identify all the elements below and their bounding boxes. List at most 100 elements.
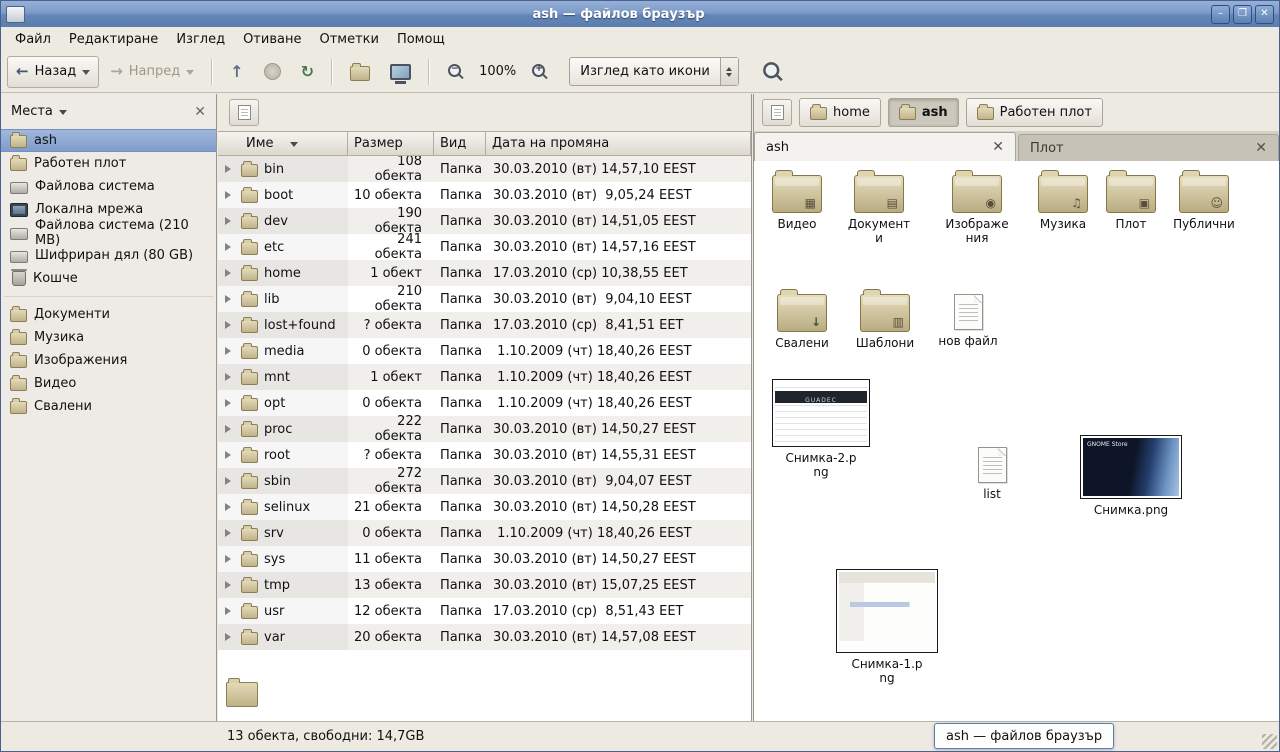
icon-canvas[interactable]: ▦ Видео ▤ Документи ◉ Изображения ♫ Музи…: [754, 161, 1279, 721]
table-row[interactable]: tmp 13 обекта Папка 30.03.2010 (вт) 15,0…: [218, 572, 751, 598]
sidebar-bookmark-item[interactable]: Музика: [1, 326, 216, 349]
expander-icon[interactable]: [225, 477, 235, 485]
table-row[interactable]: dev 190 обекта Папка 30.03.2010 (вт) 14,…: [218, 208, 751, 234]
menu-bookmarks[interactable]: Отметки: [310, 29, 387, 50]
expander-icon[interactable]: [225, 347, 235, 355]
sidebar-place-item[interactable]: Файлова система (210 MB): [1, 221, 216, 244]
sidebar-place-item[interactable]: Шифриран дял (80 GB): [1, 244, 216, 267]
expander-icon[interactable]: [225, 165, 235, 173]
stop-button[interactable]: [255, 56, 290, 88]
expander-icon[interactable]: [225, 555, 235, 563]
icon-item-snimka-1[interactable]: Снимка-1.png: [835, 569, 939, 686]
column-header-name[interactable]: Име: [218, 131, 348, 156]
icon-item-images[interactable]: ◉ Изображения: [932, 175, 1022, 246]
back-dropdown-icon[interactable]: [82, 70, 90, 79]
icon-item-snimka-2[interactable]: GUADEC Снимка-2.png: [769, 379, 873, 480]
table-row[interactable]: lib 210 обекта Папка 30.03.2010 (вт) 9,0…: [218, 286, 751, 312]
folder-icon: [899, 107, 916, 120]
sidebar-bookmark-item[interactable]: Изображения: [1, 349, 216, 372]
sidebar-place-item[interactable]: Кошче: [1, 267, 216, 290]
expander-icon[interactable]: [225, 321, 235, 329]
menu-go[interactable]: Отиване: [234, 29, 310, 50]
expander-icon[interactable]: [225, 633, 235, 641]
minimize-button[interactable]: –: [1211, 5, 1230, 24]
resize-grip[interactable]: [1262, 734, 1277, 749]
expander-icon[interactable]: [225, 243, 235, 251]
table-row[interactable]: proc 222 обекта Папка 30.03.2010 (вт) 14…: [218, 416, 751, 442]
maximize-button[interactable]: ❐: [1233, 5, 1252, 24]
table-row[interactable]: opt 0 обекта Папка 1.10.2009 (чт) 18,40,…: [218, 390, 751, 416]
sidebar-close-icon[interactable]: ✕: [194, 105, 206, 119]
home-button[interactable]: [341, 56, 379, 88]
table-row[interactable]: boot 10 обекта Папка 30.03.2010 (вт) 9,0…: [218, 182, 751, 208]
icon-item-templates[interactable]: ▥ Шаблони: [840, 294, 930, 350]
table-row[interactable]: home 1 обект Папка 17.03.2010 (ср) 10,38…: [218, 260, 751, 286]
table-row[interactable]: usr 12 обекта Папка 17.03.2010 (ср) 8,51…: [218, 598, 751, 624]
view-mode-combobox[interactable]: Изглед като икони: [569, 57, 739, 86]
table-row[interactable]: sys 11 обекта Папка 30.03.2010 (вт) 14,5…: [218, 546, 751, 572]
expander-icon[interactable]: [225, 373, 235, 381]
location-toggle-button[interactable]: [229, 99, 259, 126]
zoom-in-button[interactable]: [522, 56, 557, 88]
expander-icon[interactable]: [225, 581, 235, 589]
tab-desktop[interactable]: Плот ✕: [1018, 134, 1279, 161]
column-header-size[interactable]: Размер: [348, 131, 434, 156]
expander-icon[interactable]: [225, 425, 235, 433]
titlebar[interactable]: ash — файлов браузър – ❐ ✕: [1, 1, 1279, 27]
expander-icon[interactable]: [225, 269, 235, 277]
expander-icon[interactable]: [225, 451, 235, 459]
menu-file[interactable]: Файл: [6, 29, 60, 50]
sidebar-bookmark-item[interactable]: Документи: [1, 303, 216, 326]
menu-help[interactable]: Помощ: [388, 29, 454, 50]
icon-item-new-file[interactable]: нов файл: [923, 294, 1013, 348]
icon-item-documents[interactable]: ▤ Документи: [834, 175, 924, 246]
table-row[interactable]: bin 108 обекта Папка 30.03.2010 (вт) 14,…: [218, 156, 751, 182]
menu-view[interactable]: Изглед: [167, 29, 234, 50]
close-button[interactable]: ✕: [1255, 5, 1274, 24]
table-row[interactable]: var 20 обекта Папка 30.03.2010 (вт) 14,5…: [218, 624, 751, 650]
expander-icon[interactable]: [225, 607, 235, 615]
table-row[interactable]: lost+found ? обекта Папка 17.03.2010 (ср…: [218, 312, 751, 338]
expander-icon[interactable]: [225, 529, 235, 537]
table-row[interactable]: mnt 1 обект Папка 1.10.2009 (чт) 18,40,2…: [218, 364, 751, 390]
breadcrumb-ash[interactable]: ash: [888, 98, 959, 127]
breadcrumb-home[interactable]: home: [799, 98, 881, 127]
tab-ash[interactable]: ash ✕: [754, 132, 1016, 161]
icon-item-downloads[interactable]: ↓ Свалени: [757, 294, 847, 350]
column-header-modified[interactable]: Дата на промяна: [486, 131, 751, 156]
zoom-out-button[interactable]: [438, 56, 473, 88]
computer-button[interactable]: [381, 56, 420, 88]
table-row[interactable]: etc 241 обекта Папка 30.03.2010 (вт) 14,…: [218, 234, 751, 260]
sidebar-place-item[interactable]: ash: [1, 129, 216, 152]
up-button[interactable]: ↑: [221, 56, 252, 88]
icon-item-video[interactable]: ▦ Видео: [752, 175, 842, 231]
expander-icon[interactable]: [225, 399, 235, 407]
expander-icon[interactable]: [225, 295, 235, 303]
icon-item-list-file[interactable]: list: [947, 447, 1037, 501]
table-row[interactable]: srv 0 обекта Папка 1.10.2009 (чт) 18,40,…: [218, 520, 751, 546]
icon-item-snimka[interactable]: GNOME Store Снимка.png: [1079, 435, 1183, 517]
expander-icon[interactable]: [225, 503, 235, 511]
icon-item-public[interactable]: ☺ Публични: [1159, 175, 1249, 231]
sidebar-bookmark-item[interactable]: Свалени: [1, 395, 216, 418]
expander-icon[interactable]: [225, 217, 235, 225]
sidebar-place-item[interactable]: Работен плот: [1, 152, 216, 175]
sidebar-place-item[interactable]: Файлова система: [1, 175, 216, 198]
table-row[interactable]: media 0 обекта Папка 1.10.2009 (чт) 18,4…: [218, 338, 751, 364]
close-tab-icon[interactable]: ✕: [992, 140, 1004, 154]
table-row[interactable]: root ? обекта Папка 30.03.2010 (вт) 14,5…: [218, 442, 751, 468]
table-row[interactable]: sbin 272 обекта Папка 30.03.2010 (вт) 9,…: [218, 468, 751, 494]
sidebar-selector-icon[interactable]: [59, 110, 67, 119]
reload-button[interactable]: ↻: [292, 56, 323, 88]
table-row[interactable]: selinux 21 обекта Папка 30.03.2010 (вт) …: [218, 494, 751, 520]
search-button[interactable]: [755, 56, 790, 88]
menu-edit[interactable]: Редактиране: [60, 29, 167, 50]
expander-icon[interactable]: [225, 191, 235, 199]
column-header-type[interactable]: Вид: [434, 131, 486, 156]
location-toggle-button[interactable]: [762, 99, 792, 126]
close-tab-icon[interactable]: ✕: [1255, 141, 1267, 155]
back-button[interactable]: ← Назад: [7, 56, 99, 88]
sidebar-bookmark-item[interactable]: Видео: [1, 372, 216, 395]
breadcrumb-desktop[interactable]: Работен плот: [966, 98, 1103, 127]
forward-button[interactable]: → Напред: [101, 56, 203, 88]
